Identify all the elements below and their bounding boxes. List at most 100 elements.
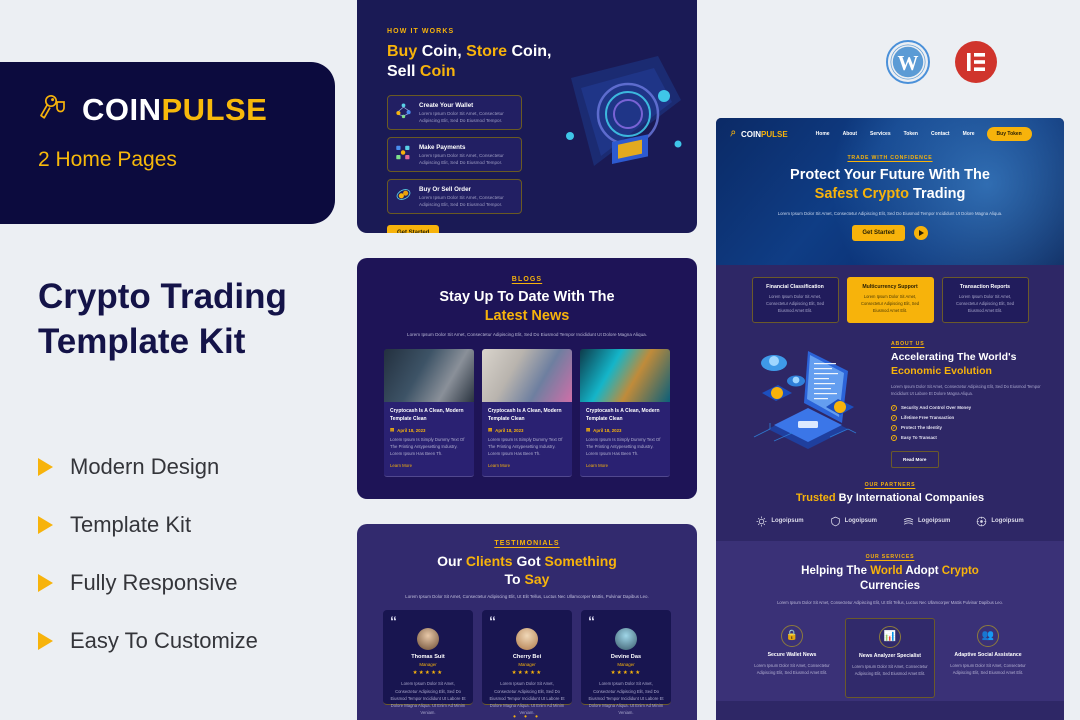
nav-wordmark: COINPULSE <box>741 129 788 139</box>
service-desc: Lorem Ipsum Dolor Sit Amet, Consectetur … <box>754 663 830 676</box>
heading-part: Trading <box>912 186 966 203</box>
hero-cta-group: Get Started <box>746 225 1034 242</box>
learn-more-link[interactable]: Learn More <box>390 463 468 468</box>
feature-list: Modern Design Template Kit Fully Respons… <box>38 438 338 670</box>
heading-part: Stay Up To Date With The <box>439 289 615 305</box>
heading-part: Our <box>437 553 463 569</box>
blog-card[interactable]: Cryptocash Is A Clean, Modern Template C… <box>482 349 572 477</box>
section-eyebrow: BLOGS <box>511 276 543 283</box>
hero-section: COINPULSE Home About Services Token Cont… <box>716 118 1064 265</box>
key-lock-icon <box>730 130 736 137</box>
blog-title: Cryptocash Is A Clean, Modern Template C… <box>390 408 464 422</box>
testimonial-name: Devine Das <box>610 654 642 661</box>
list-item: ✓ Lifetime Free Transaction <box>891 414 1050 421</box>
site-navbar: COINPULSE Home About Services Token Cont… <box>716 118 1064 141</box>
check-circle-icon: ✓ <box>891 434 897 441</box>
triangle-bullet-icon <box>38 574 53 592</box>
section-eyebrow: HOW IT WORKS <box>387 28 455 35</box>
feature-title: Transaction Reports <box>959 284 1011 290</box>
gear-circle-logo-icon <box>977 516 987 526</box>
news-analyzer-icon: 📊 <box>879 625 901 648</box>
calendar-icon: ▤ <box>390 427 395 433</box>
avatar <box>516 628 538 651</box>
heading-part: Protect Your Future With The <box>790 167 990 183</box>
get-started-button[interactable]: Get Started <box>387 225 440 233</box>
blog-card-list: Cryptocash Is A Clean, Modern Template C… <box>357 349 697 477</box>
nav-link-contact[interactable]: Contact <box>931 131 950 137</box>
feature-desc: Lorem Ipsum Dolor Sit Amet, Consectetur … <box>955 294 1015 313</box>
step-card[interactable]: Buy Or Sell Order Lorem Ipsum Dolor Sit … <box>387 179 522 214</box>
testimonial-card: “ Thomas Suit Manager ★★★★★ Lorem Ipsum … <box>383 610 473 715</box>
section-heading: Stay Up To Date With The Latest News <box>357 288 697 326</box>
blog-date: ▤ April 18, 2023 <box>586 427 622 433</box>
elementor-icon <box>955 41 997 83</box>
avatar <box>615 628 637 651</box>
learn-more-link[interactable]: Learn More <box>586 463 664 468</box>
blog-card[interactable]: Cryptocash Is A Clean, Modern Template C… <box>580 349 670 477</box>
nav-link-token[interactable]: Token <box>904 131 918 137</box>
nav-link-about[interactable]: About <box>843 131 857 137</box>
heading-part: Store <box>466 43 508 60</box>
star-rating: ★★★★★ <box>610 670 642 677</box>
website-preview-mockup: COINPULSE Home About Services Token Cont… <box>716 118 1064 720</box>
testimonial-name: Thomas Suit <box>411 654 445 661</box>
nav-brand-logo[interactable]: COINPULSE <box>730 130 788 139</box>
brand-logo: COINPULSE <box>38 92 335 126</box>
partner-logo: Logoipsum <box>830 516 877 527</box>
feature-desc: Lorem Ipsum Dolor Sit Amet, Consectetur … <box>765 294 825 313</box>
key-lock-icon <box>40 94 65 119</box>
read-more-button[interactable]: Read More <box>891 450 939 468</box>
nav-link-more[interactable]: More <box>963 131 975 137</box>
play-button[interactable] <box>913 226 928 241</box>
feature-card[interactable]: Transaction Reports Lorem Ipsum Dolor Si… <box>941 277 1029 323</box>
blog-excerpt: Lorem Ipsum Is Simply Dummy Text Of The … <box>488 437 563 456</box>
testimonial-role: Manager <box>617 662 635 668</box>
partner-logo-row: Logoipsum Logoipsum Logoipsum Logoipsum <box>716 516 1064 527</box>
heading-part: Trusted <box>795 491 836 504</box>
blog-title: Cryptocash Is A Clean, Modern Template C… <box>488 408 562 422</box>
section-subtitle: Lorem Ipsum Dolor Sit Amet, Consectetur … <box>405 594 649 600</box>
blog-thumbnail <box>482 349 572 403</box>
calendar-icon: ▤ <box>488 427 493 433</box>
service-card[interactable]: 👥 Adaptive Social Assistance Lorem Ipsum… <box>943 618 1033 698</box>
center-mockup-column: HOW IT WORKS Buy Coin, Store Coin, Sell … <box>357 0 697 720</box>
nav-link-services[interactable]: Services <box>870 131 891 137</box>
list-item: ✓ Security And Control Over Money <box>891 404 1050 411</box>
nav-link-home[interactable]: Home <box>816 131 830 137</box>
hero-get-started-button[interactable]: Get Started <box>852 225 905 242</box>
promo-left-panel: COINPULSE 2 Home Pages Crypto Trading Te… <box>0 0 340 720</box>
service-desc: Lorem Ipsum Dolor Sit Amet, Consectetur … <box>950 663 1026 676</box>
blogs-header: BLOGS Stay Up To Date With The Latest Ne… <box>357 258 697 338</box>
service-title: Secure Wallet News <box>767 651 817 658</box>
list-item: Easy To Customize <box>38 612 338 670</box>
quote-icon: “ <box>489 613 496 630</box>
service-desc: Lorem Ipsum Dolor Sit Amet, Consectetur … <box>852 664 928 677</box>
feature-card[interactable]: Financial Classification Lorem Ipsum Dol… <box>751 277 839 323</box>
section-eyebrow: ABOUT US <box>891 341 925 347</box>
testimonial-card: “ Devine Das Manager ★★★★★ Lorem Ipsum D… <box>581 610 671 715</box>
blog-card[interactable]: Cryptocash Is A Clean, Modern Template C… <box>384 349 474 477</box>
brand-name-primary: COIN <box>82 91 162 127</box>
step-desc: Lorem Ipsum Dolor Sit Amet, Consectetur … <box>419 195 504 207</box>
list-item: Fully Responsive <box>38 554 338 612</box>
heading-part: Say <box>524 571 550 588</box>
checklist-label: Easy To Transact <box>901 435 937 441</box>
step-card[interactable]: Create Your Wallet Lorem Ipsum Dolor Sit… <box>387 95 522 130</box>
step-desc: Lorem Ipsum Dolor Sit Amet, Consectetur … <box>419 153 504 165</box>
partner-logo: Logoipsum <box>976 516 1024 527</box>
step-title: Buy Or Sell Order <box>419 186 471 193</box>
partners-section: OUR PARTNERS Trusted By International Co… <box>716 468 1064 527</box>
heading-part: To <box>504 571 521 588</box>
step-card[interactable]: Make Payments Lorem Ipsum Dolor Sit Amet… <box>387 137 522 172</box>
learn-more-link[interactable]: Learn More <box>488 463 566 468</box>
hero-content: TRADE WITH CONFIDENCE Protect Your Futur… <box>716 155 1064 242</box>
service-title: News Analyzer Specialist <box>858 652 922 659</box>
testimonial-text: Lorem Ipsum Dolor Sit Amet, Consectetur … <box>390 681 466 715</box>
service-card-highlighted[interactable]: 📊 News Analyzer Specialist Lorem Ipsum D… <box>845 617 935 698</box>
service-card[interactable]: 🔒 Secure Wallet News Lorem Ipsum Dolor S… <box>747 618 837 698</box>
step-desc: Lorem Ipsum Dolor Sit Amet, Consectetur … <box>419 111 504 123</box>
heading-part: Sell <box>387 63 416 80</box>
buy-token-button[interactable]: Buy Token <box>986 127 1032 141</box>
hero-paragraph: Lorem Ipsum Dolor Sit Amet, Consectetur … <box>777 210 1003 216</box>
feature-card-highlighted[interactable]: Multicurrency Support Lorem Ipsum Dolor … <box>846 277 934 323</box>
